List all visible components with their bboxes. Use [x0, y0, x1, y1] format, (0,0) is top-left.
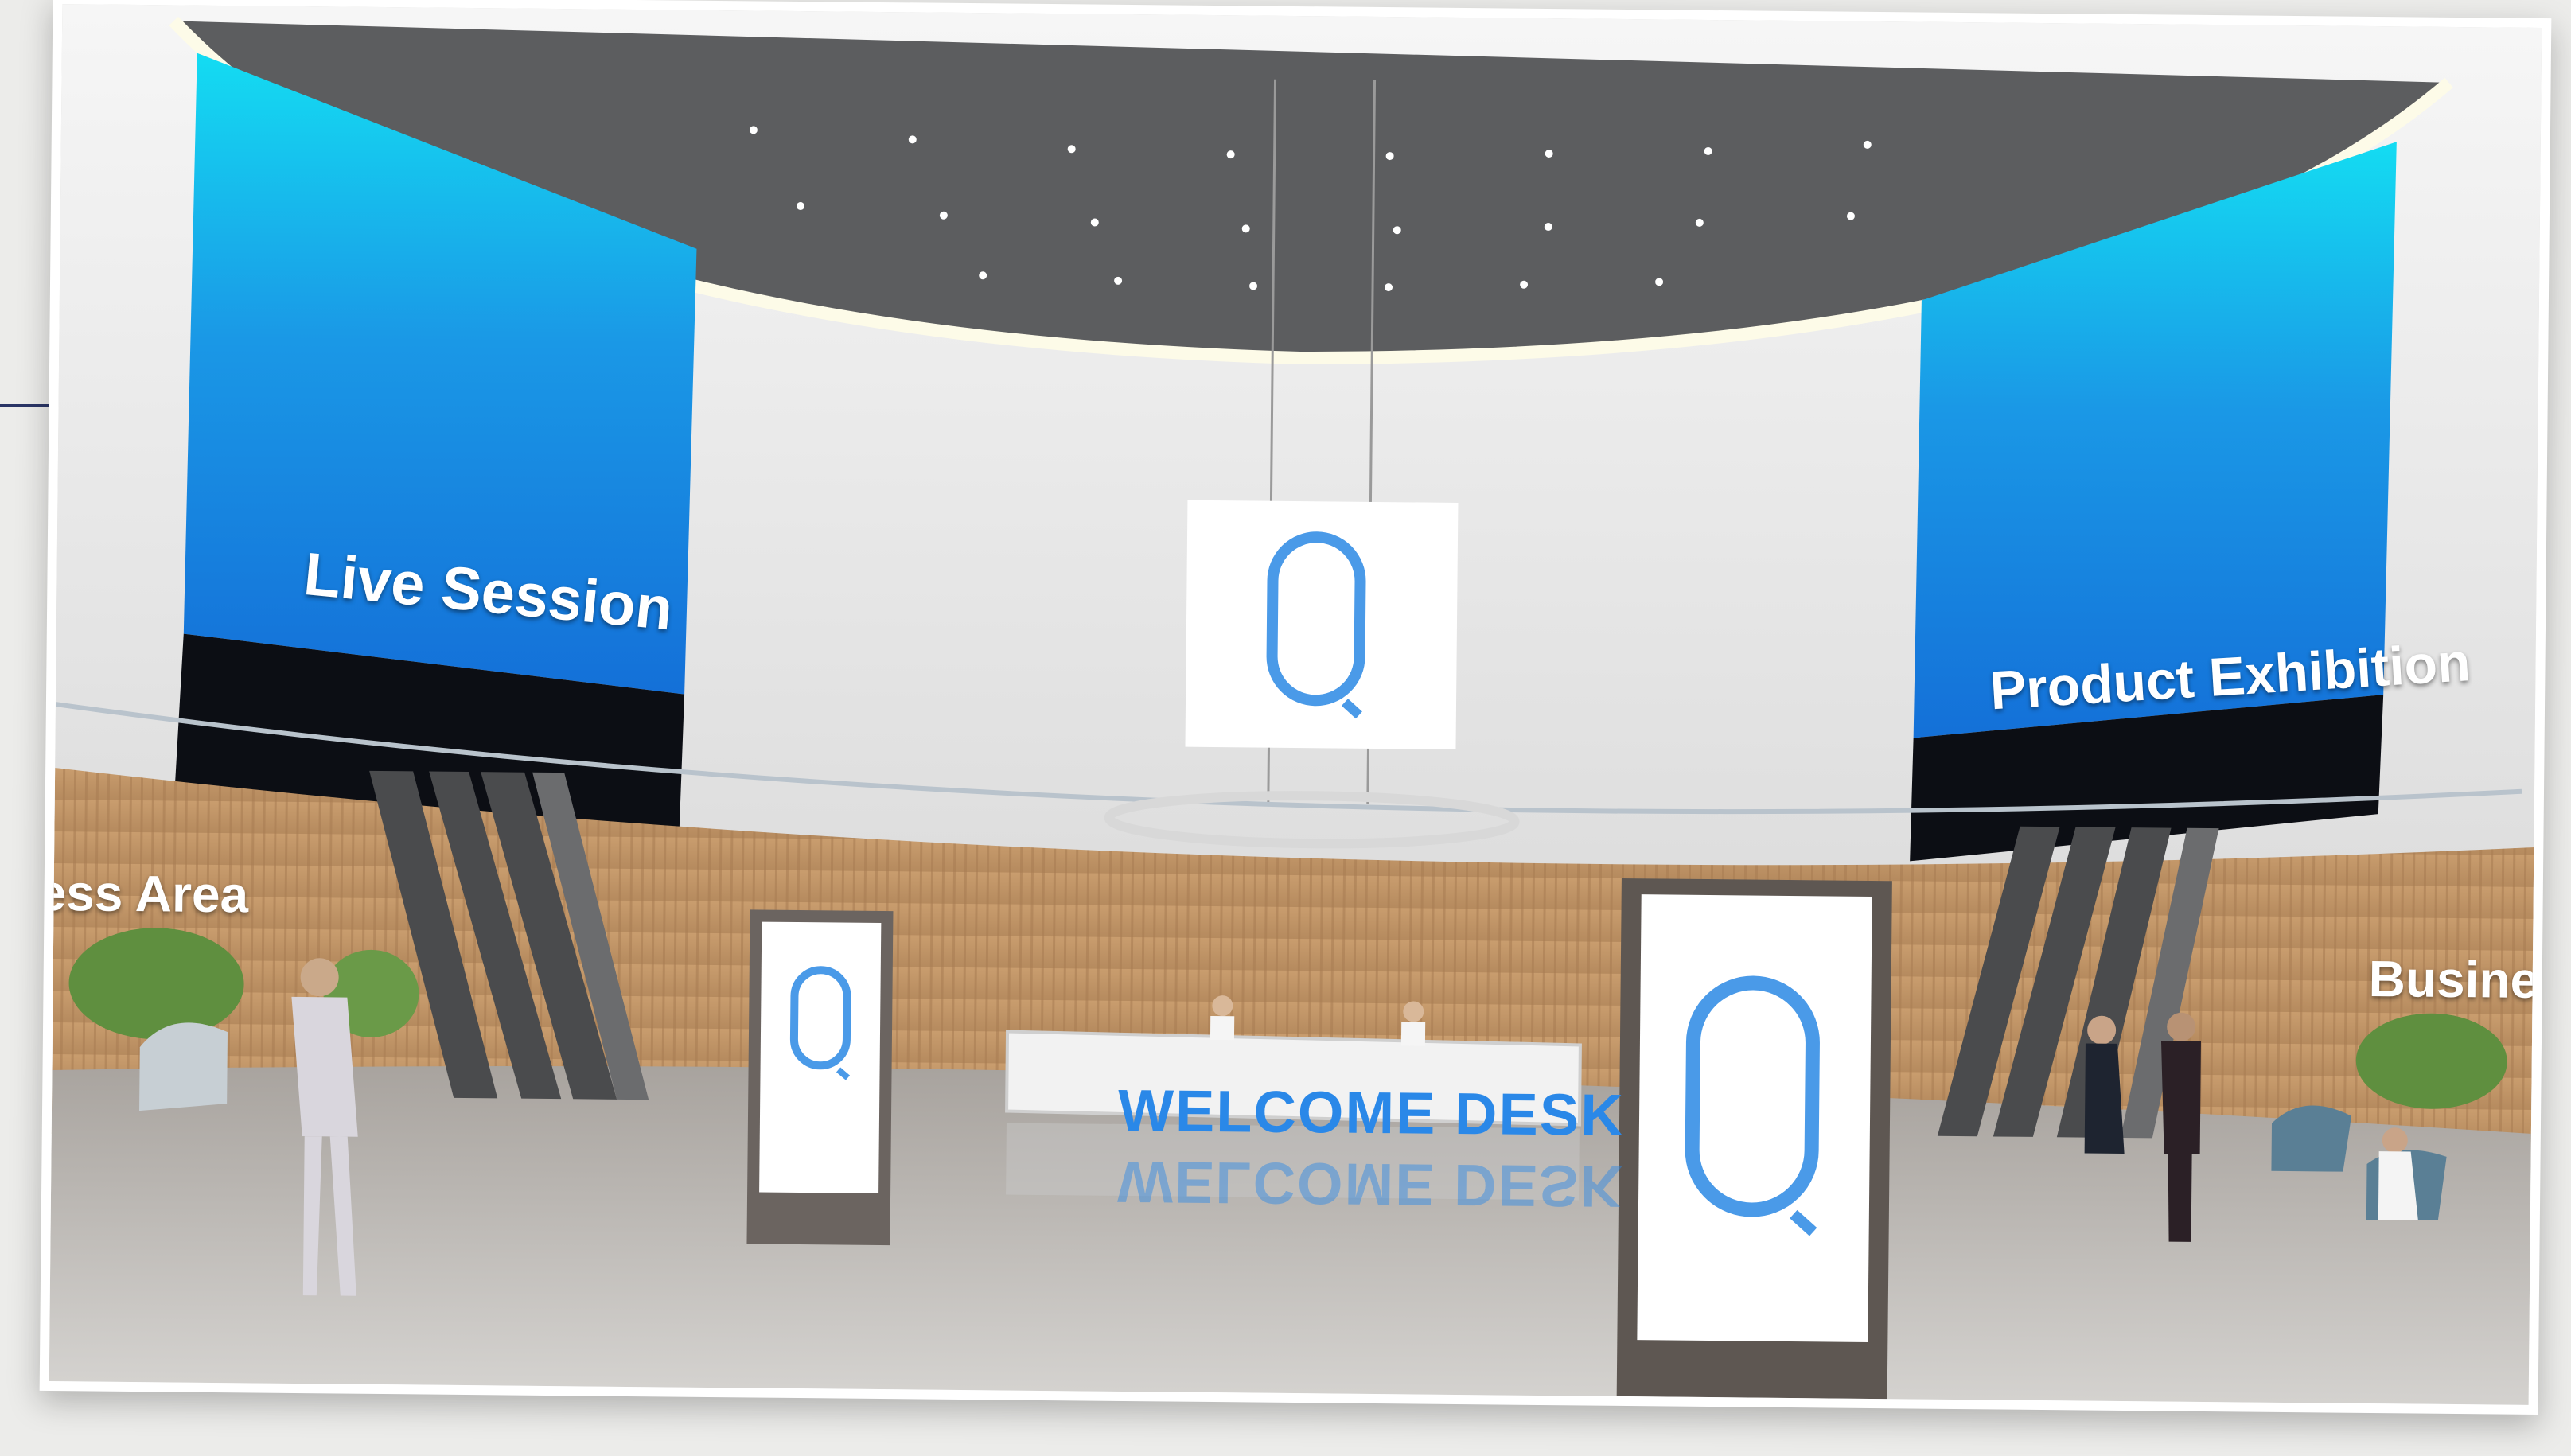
welcome-desk-label: WELCOME DESK [1117, 1076, 1626, 1148]
welcome-desk-reflection: WELCOME DESK [1116, 1148, 1625, 1220]
photo-frame: Live Session Product Exhibition ess Area… [39, 0, 2552, 1415]
business-area-label-right: Business [2368, 949, 2542, 1010]
business-area-label-left: ess Area [49, 863, 249, 924]
virtual-lobby-render: Live Session Product Exhibition ess Area… [49, 4, 2542, 1405]
lounge-chairs-left [139, 1022, 228, 1111]
